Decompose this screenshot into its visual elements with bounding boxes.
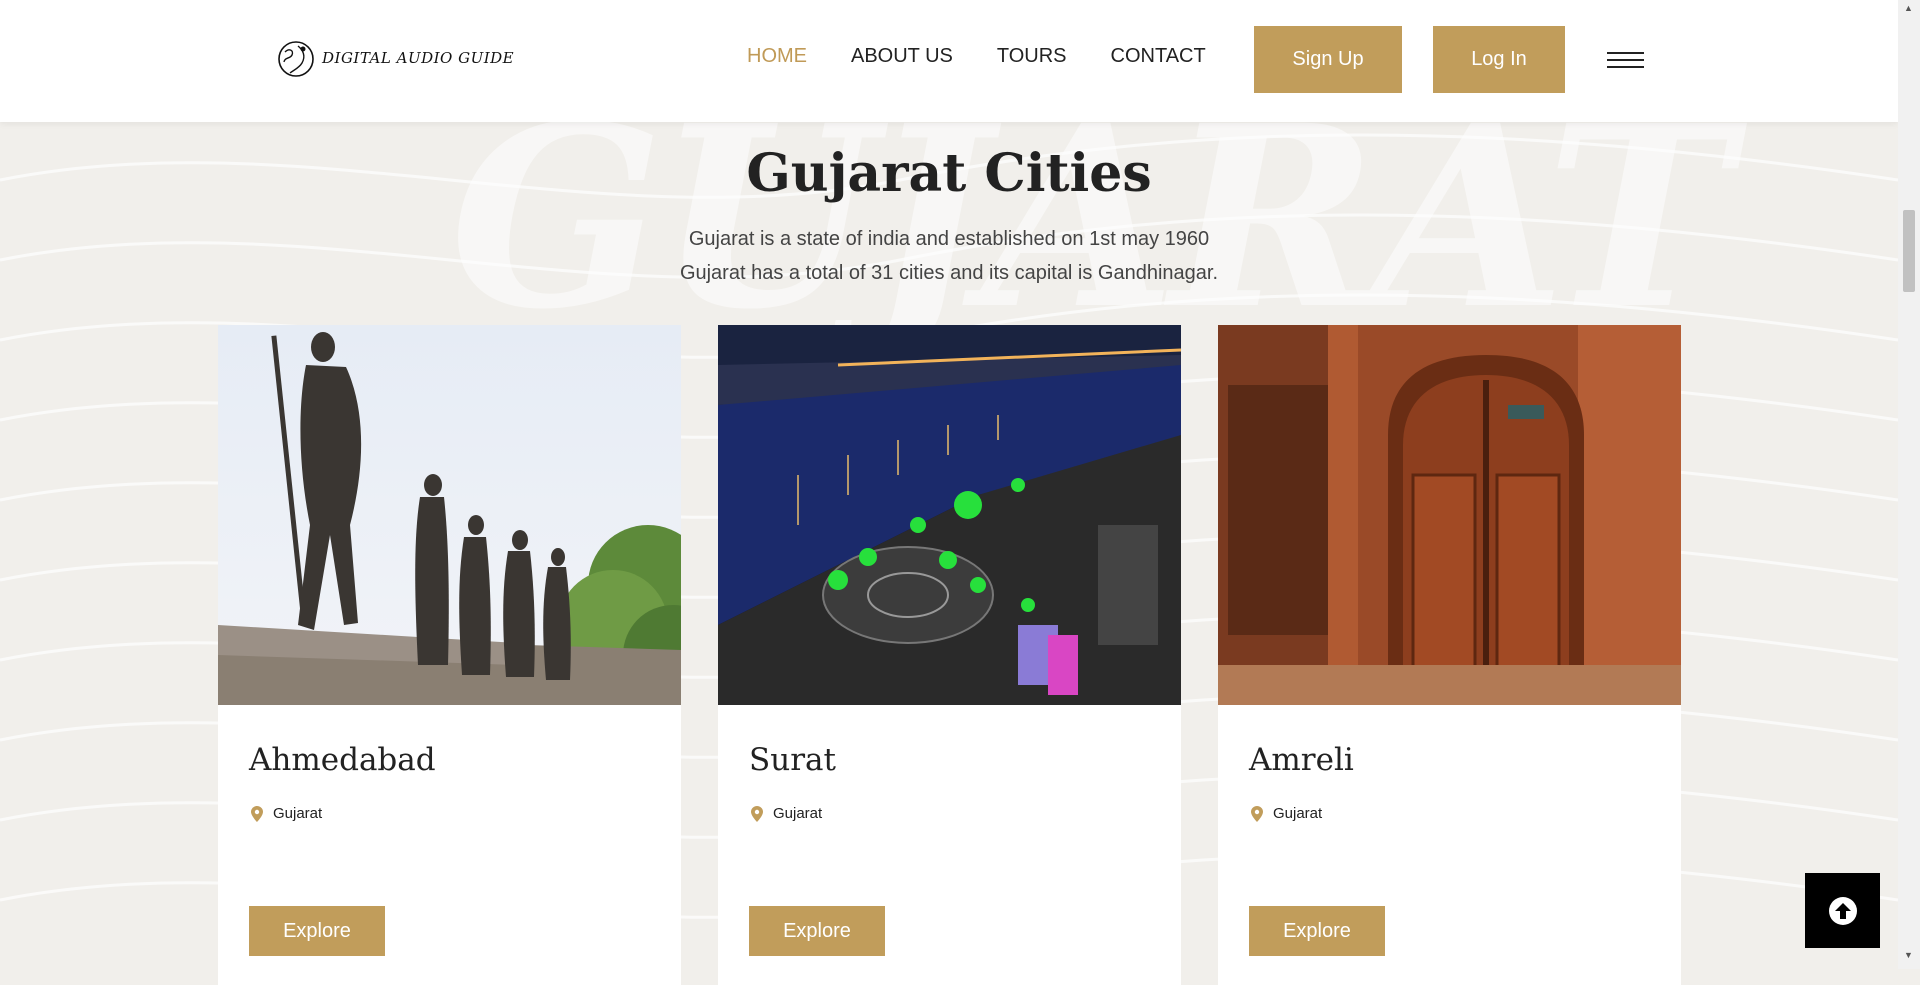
city-location-label: Gujarat	[773, 805, 823, 822]
city-location-label: Gujarat	[1273, 805, 1323, 822]
scroll-up-arrow-icon[interactable]: ▲	[1904, 3, 1913, 13]
city-name: Amreli	[1249, 742, 1354, 778]
page-description: Gujarat is a state of india and establis…	[0, 222, 1898, 290]
map-pin-icon	[751, 805, 763, 822]
city-image-amreli[interactable]	[1218, 325, 1681, 705]
city-location: Gujarat	[1251, 805, 1322, 822]
nav-contact[interactable]: CONTACT	[1111, 44, 1206, 68]
page-title: Gujarat Cities	[746, 143, 1152, 204]
scrollbar-thumb[interactable]	[1903, 210, 1915, 292]
map-pin-icon	[251, 805, 263, 822]
city-card: Surat Gujarat Explore	[718, 325, 1181, 985]
site-header: DIGITAL AUDIO GUIDE HOME ABOUT US TOURS …	[0, 0, 1898, 122]
city-image-surat[interactable]	[718, 325, 1181, 705]
arrow-up-circle-icon	[1828, 896, 1857, 925]
scroll-to-top-button[interactable]	[1805, 873, 1880, 948]
city-card: Ahmedabad Gujarat Explore	[218, 325, 681, 985]
city-location-label: Gujarat	[273, 805, 323, 822]
city-card: Amreli Gujarat Explore	[1218, 325, 1681, 985]
main-nav: HOME ABOUT US TOURS CONTACT	[747, 44, 1250, 68]
nav-about-us[interactable]: ABOUT US	[851, 44, 953, 68]
logo-text: DIGITAL AUDIO GUIDE	[322, 49, 515, 67]
map-pin-icon	[1251, 805, 1263, 822]
log-in-button[interactable]: Log In	[1433, 26, 1565, 93]
city-location: Gujarat	[751, 805, 822, 822]
nav-home[interactable]: HOME	[747, 44, 807, 68]
page-scrollbar[interactable]: ▲ ▼	[1898, 0, 1920, 969]
description-line-2: Gujarat has a total of 31 cities and its…	[679, 262, 1219, 284]
city-name: Ahmedabad	[249, 742, 436, 778]
globe-headphones-icon	[278, 41, 314, 77]
city-name: Surat	[749, 742, 836, 778]
nav-tours[interactable]: TOURS	[997, 44, 1067, 68]
city-image-ahmedabad[interactable]	[218, 325, 681, 705]
scroll-down-arrow-icon[interactable]: ▼	[1904, 950, 1913, 960]
hamburger-icon[interactable]	[1607, 52, 1644, 74]
explore-button[interactable]: Explore	[1249, 906, 1385, 956]
sign-up-button[interactable]: Sign Up	[1254, 26, 1402, 93]
site-logo[interactable]: DIGITAL AUDIO GUIDE	[276, 38, 514, 78]
explore-button[interactable]: Explore	[249, 906, 385, 956]
description-line-1: Gujarat is a state of india and establis…	[688, 228, 1210, 250]
city-location: Gujarat	[251, 805, 322, 822]
explore-button[interactable]: Explore	[749, 906, 885, 956]
